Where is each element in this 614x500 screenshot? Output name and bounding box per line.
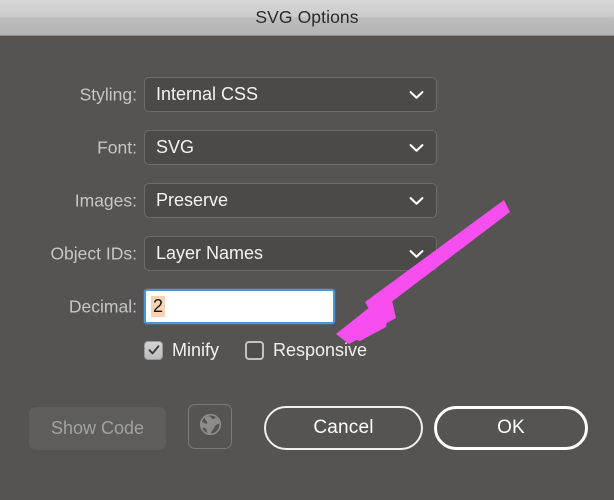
svg-options-dialog: SVG Options Styling: Internal CSS Font: … (0, 0, 614, 500)
images-label: Images: (74, 190, 137, 211)
form-row-font: Font: SVG (0, 130, 614, 166)
font-select-value: SVG (156, 137, 195, 157)
chevron-down-icon (409, 249, 424, 258)
minify-label: Minify (172, 339, 220, 360)
chevron-down-icon (409, 196, 424, 205)
globe-icon (198, 412, 223, 442)
checkbox-row: Minify Responsive (144, 337, 393, 363)
form-row-decimal: Decimal: 2 (0, 289, 614, 325)
object-ids-select[interactable]: Layer Names (144, 236, 437, 271)
images-select-value: Preserve (156, 190, 229, 210)
chevron-down-icon (409, 143, 424, 152)
images-select[interactable]: Preserve (144, 183, 437, 218)
responsive-label: Responsive (273, 339, 368, 360)
styling-select-value: Internal CSS (156, 84, 259, 104)
globe-button[interactable] (188, 404, 232, 449)
responsive-checkbox-item[interactable]: Responsive (245, 340, 367, 361)
decimal-input-value: 2 (151, 295, 166, 318)
ok-button[interactable]: OK (434, 406, 588, 450)
dialog-title: SVG Options (255, 7, 359, 27)
show-code-label: Show Code (50, 418, 145, 438)
decimal-label: Decimal: (68, 296, 137, 317)
font-select[interactable]: SVG (144, 130, 437, 165)
minify-checkbox[interactable] (144, 340, 163, 360)
font-label: Font: (97, 137, 137, 158)
styling-select[interactable]: Internal CSS (144, 77, 437, 112)
checkmark-icon (147, 343, 161, 357)
object-ids-label: Object IDs: (50, 243, 137, 264)
ok-button-label: OK (497, 417, 525, 438)
show-code-button[interactable]: Show Code (29, 407, 166, 450)
dialog-titlebar: SVG Options (0, 0, 614, 36)
form-row-images: Images: Preserve (0, 183, 614, 219)
decimal-input[interactable]: 2 (144, 289, 335, 324)
form-row-styling: Styling: Internal CSS (0, 77, 614, 113)
minify-checkbox-item[interactable]: Minify (144, 340, 219, 361)
cancel-button[interactable]: Cancel (264, 406, 423, 450)
cancel-button-label: Cancel (313, 417, 374, 438)
object-ids-select-value: Layer Names (156, 243, 264, 263)
styling-label: Styling: (79, 84, 137, 105)
form-row-object-ids: Object IDs: Layer Names (0, 236, 614, 272)
responsive-checkbox[interactable] (245, 340, 265, 360)
chevron-down-icon (409, 90, 424, 99)
